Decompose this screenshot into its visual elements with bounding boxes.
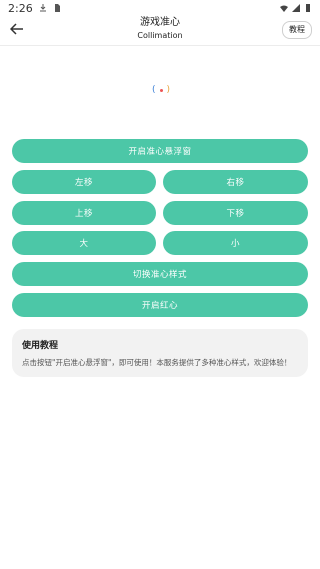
crosshair-right-bracket: ): [166, 85, 170, 95]
move-up-button[interactable]: 上移: [12, 201, 156, 225]
page-subtitle: Collimation: [137, 31, 183, 40]
tutorial-card-description: 点击按钮"开启准心悬浮窗"，即可使用！本服务提供了多种准心样式，欢迎体验！: [22, 358, 292, 367]
app-header: 游戏准心 Collimation 教程: [0, 16, 320, 44]
battery-icon: [306, 4, 310, 12]
crosshair-left-bracket: (: [152, 85, 156, 95]
status-left: 2:26: [8, 2, 61, 15]
open-crosshair-window-button[interactable]: 开启准心悬浮窗: [12, 139, 308, 163]
signal-icon: [292, 4, 300, 12]
move-left-button[interactable]: 左移: [12, 170, 156, 194]
move-down-button[interactable]: 下移: [163, 201, 308, 225]
size-smaller-button[interactable]: 小: [163, 231, 308, 255]
size-bigger-button[interactable]: 大: [12, 231, 156, 255]
download-icon: [39, 4, 46, 12]
crosshair-preview: ( ): [152, 85, 170, 95]
status-right: [280, 4, 312, 12]
tutorial-card-title: 使用教程: [22, 341, 59, 351]
enable-red-heart-button[interactable]: 开启红心: [12, 293, 308, 317]
status-bar: 2:26: [0, 0, 320, 16]
tutorial-button[interactable]: 教程: [282, 21, 312, 39]
wifi-icon: [280, 5, 288, 12]
switch-crosshair-style-button[interactable]: 切换准心样式: [12, 262, 308, 286]
page-title: 游戏准心: [140, 17, 180, 28]
header-divider: [0, 45, 320, 46]
crosshair-dot: [159, 88, 163, 92]
tutorial-card: 使用教程 点击按钮"开启准心悬浮窗"，即可使用！本服务提供了多种准心样式，欢迎体…: [12, 329, 308, 377]
title-block: 游戏准心 Collimation: [0, 17, 320, 41]
status-time: 2:26: [8, 1, 33, 15]
move-right-button[interactable]: 右移: [163, 170, 308, 194]
sim-card-icon: [54, 4, 60, 12]
